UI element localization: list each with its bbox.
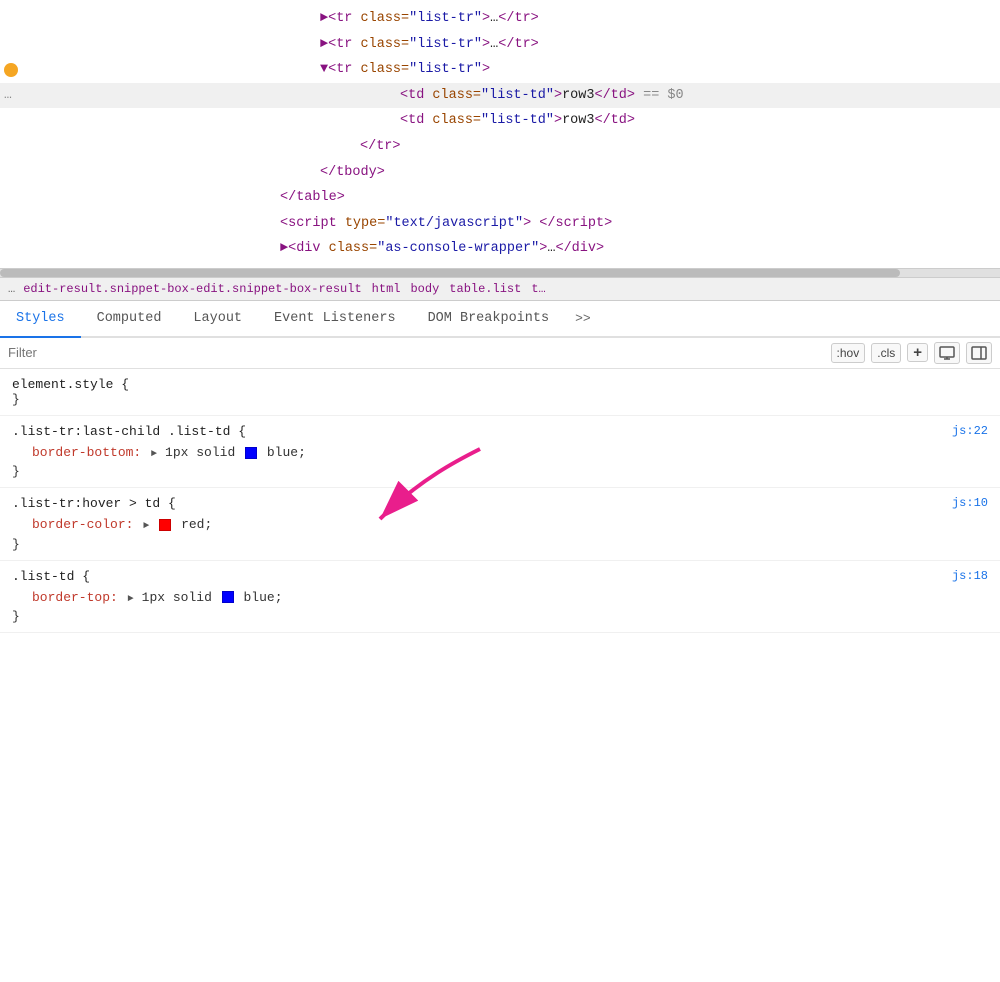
- css-property-line: border-color: ► red;: [12, 513, 988, 536]
- tab-dom-breakpoints[interactable]: DOM Breakpoints: [412, 301, 566, 338]
- css-property-name: border-top:: [32, 590, 118, 605]
- html-content: <script type="text/javascript"> </script…: [40, 213, 1000, 235]
- html-line[interactable]: ▼<tr class="list-tr">: [0, 57, 1000, 83]
- html-line[interactable]: </table>: [0, 185, 1000, 211]
- scroll-thumb: [0, 269, 900, 277]
- html-line[interactable]: <td class="list-td">row3</td>: [0, 108, 1000, 134]
- html-line[interactable]: </tbody>: [0, 160, 1000, 186]
- html-line[interactable]: ►<tr class="list-tr">…</tr>: [0, 6, 1000, 32]
- filter-controls: :hov .cls +: [831, 342, 992, 364]
- css-rule-block: .list-td { js:18 border-top: ► 1px solid…: [0, 561, 1000, 633]
- html-content: </tbody>: [40, 162, 1000, 184]
- tab-layout[interactable]: Layout: [177, 301, 258, 338]
- css-selector: .list-tr:hover > td {: [12, 496, 176, 511]
- css-color-label: blue;: [267, 445, 306, 460]
- tab-more[interactable]: >>: [565, 301, 601, 336]
- css-close-brace: }: [12, 392, 988, 407]
- filter-input[interactable]: [8, 345, 823, 360]
- css-selector: element.style {: [12, 377, 988, 392]
- html-line[interactable]: </tr>: [0, 134, 1000, 160]
- css-close-brace: }: [12, 537, 988, 552]
- css-rule-block: .list-tr:hover > td { js:10 border-color…: [0, 488, 1000, 560]
- filter-bar: :hov .cls +: [0, 338, 1000, 369]
- css-source[interactable]: js:10: [952, 496, 988, 510]
- breadcrumb-item[interactable]: t…: [531, 282, 545, 296]
- css-rule-element-style: element.style { }: [0, 369, 1000, 416]
- color-swatch-red[interactable]: [159, 519, 171, 531]
- breadcrumb-item[interactable]: html: [372, 282, 401, 296]
- html-content: <td class="list-td">row3</td> == $0: [40, 85, 1000, 107]
- html-content: </tr>: [40, 136, 1000, 158]
- expand-triangle[interactable]: ►: [151, 449, 163, 460]
- sidebar-icon-button[interactable]: [966, 342, 992, 364]
- html-content: ►<tr class="list-tr">…</tr>: [40, 8, 1000, 30]
- color-swatch-blue[interactable]: [222, 591, 234, 603]
- css-property-line: border-top: ► 1px solid blue;: [12, 586, 988, 609]
- css-source[interactable]: js:18: [952, 569, 988, 583]
- tab-styles[interactable]: Styles: [0, 301, 81, 338]
- css-rule-header: .list-tr:last-child .list-td { js:22: [12, 424, 988, 439]
- html-content: <td class="list-td">row3</td>: [40, 110, 1000, 132]
- breakpoint-dot: [4, 63, 18, 77]
- css-property-value: 1px solid: [165, 445, 243, 460]
- css-property-name: border-color:: [32, 517, 133, 532]
- html-tree-panel: ►<tr class="list-tr">…</tr> ►<tr class="…: [0, 0, 1000, 269]
- css-panel: element.style { } .list-tr:last-child .l…: [0, 369, 1000, 982]
- css-property-line: border-bottom: ► 1px solid blue;: [12, 441, 988, 464]
- css-color-label: red;: [181, 517, 212, 532]
- tab-computed[interactable]: Computed: [81, 301, 178, 338]
- line-gutter: [0, 63, 40, 77]
- monitor-icon-button[interactable]: [934, 342, 960, 364]
- cls-button[interactable]: .cls: [871, 343, 901, 363]
- scroll-indicator[interactable]: [0, 269, 1000, 277]
- html-line[interactable]: ►<div class="as-console-wrapper">…</div>: [0, 236, 1000, 262]
- expand-triangle[interactable]: ►: [128, 594, 140, 605]
- html-content: ▼<tr class="list-tr">: [40, 59, 1000, 81]
- dots-icon: …: [4, 85, 12, 106]
- sidebar-icon: [971, 345, 987, 361]
- css-close-brace: }: [12, 609, 988, 624]
- breadcrumb-item[interactable]: table.list: [449, 282, 521, 296]
- breadcrumb-dots: …: [8, 282, 15, 296]
- css-rule-block: .list-tr:last-child .list-td { js:22 bor…: [0, 416, 1000, 488]
- css-selector: .list-td {: [12, 569, 90, 584]
- css-close-brace: }: [12, 464, 988, 479]
- html-line-selected[interactable]: … <td class="list-td">row3</td> == $0: [0, 83, 1000, 109]
- breadcrumb-item[interactable]: edit-result.snippet-box-edit.snippet-box…: [23, 282, 361, 296]
- css-property-value: 1px solid: [142, 590, 220, 605]
- tabs-bar: Styles Computed Layout Event Listeners D…: [0, 301, 1000, 338]
- add-style-button[interactable]: +: [907, 343, 928, 362]
- expand-triangle[interactable]: ►: [143, 521, 155, 532]
- html-content: ►<div class="as-console-wrapper">…</div>: [40, 238, 1000, 260]
- css-rule-header: .list-td { js:18: [12, 569, 988, 584]
- hov-button[interactable]: :hov: [831, 343, 866, 363]
- breadcrumb-item[interactable]: body: [410, 282, 439, 296]
- html-line[interactable]: ►<tr class="list-tr">…</tr>: [0, 32, 1000, 58]
- html-content: </table>: [40, 187, 1000, 209]
- monitor-icon: [939, 345, 955, 361]
- tab-event-listeners[interactable]: Event Listeners: [258, 301, 412, 338]
- devtools-panel: ►<tr class="list-tr">…</tr> ►<tr class="…: [0, 0, 1000, 982]
- color-swatch-blue[interactable]: [245, 447, 257, 459]
- html-line[interactable]: <script type="text/javascript"> </script…: [0, 211, 1000, 237]
- breadcrumb-bar: … edit-result.snippet-box-edit.snippet-b…: [0, 277, 1000, 301]
- html-content: ►<tr class="list-tr">…</tr>: [40, 34, 1000, 56]
- filter-input-wrap: [8, 345, 823, 360]
- css-selector: .list-tr:last-child .list-td {: [12, 424, 246, 439]
- css-color-label: blue;: [243, 590, 282, 605]
- css-source[interactable]: js:22: [952, 424, 988, 438]
- line-gutter: …: [0, 85, 40, 106]
- css-property-name: border-bottom:: [32, 445, 141, 460]
- css-rule-header: .list-tr:hover > td { js:10: [12, 496, 988, 511]
